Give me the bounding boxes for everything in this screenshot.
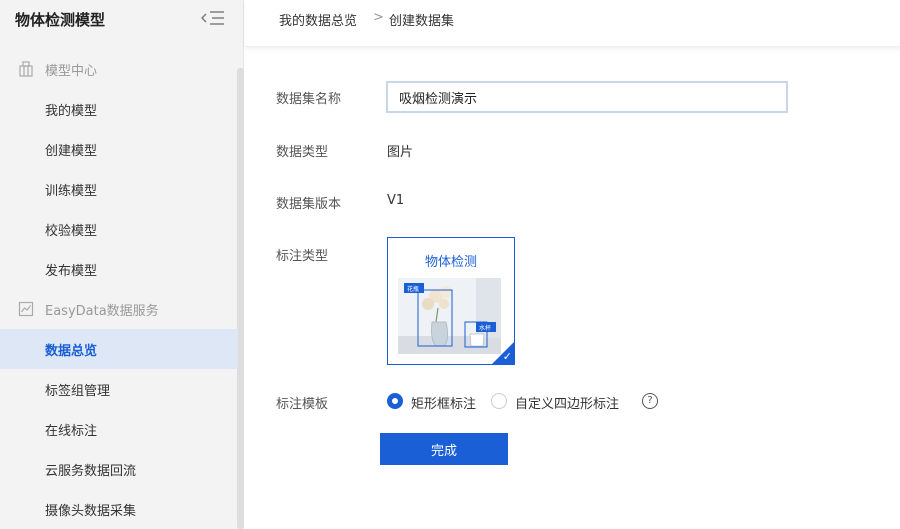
data-type-value: 图片 xyxy=(387,145,414,160)
annotation-template-label: 标注模板 xyxy=(276,397,329,412)
sidebar-item-label: 标签组管理 xyxy=(45,384,111,399)
dataset-version-value: V1 xyxy=(387,193,405,208)
sidebar-item-validate-model[interactable]: 校验模型 xyxy=(0,209,238,249)
sidebar-item-label-groups[interactable]: 标签组管理 xyxy=(0,369,238,409)
sidebar: 物体检测模型 模型中心 我的模型 创建模型 训练模型 校验模型 发布模型 Eas… xyxy=(0,0,244,529)
sidebar-group-label: EasyData数据服务 xyxy=(45,304,159,319)
object-detection-example-image: 花瓶 水杯 xyxy=(398,278,501,354)
sidebar-item-label: 云服务数据回流 xyxy=(45,464,137,479)
sidebar-item-cloud-data-backflow[interactable]: 云服务数据回流 xyxy=(0,449,238,489)
breadcrumb: 我的数据总览 > 创建数据集 xyxy=(245,0,900,47)
radio-label-quadrilateral[interactable]: 自定义四边形标注 xyxy=(515,393,619,412)
annotation-card-title: 物体检测 xyxy=(424,255,477,270)
radio-rectangle-annotation[interactable] xyxy=(387,393,403,409)
radio-label-rectangle[interactable]: 矩形框标注 xyxy=(411,393,476,412)
dataset-name-input[interactable] xyxy=(386,81,788,113)
sidebar-item-create-model[interactable]: 创建模型 xyxy=(0,129,238,169)
annotation-tag-cup: 水杯 xyxy=(479,324,491,332)
dataset-name-label: 数据集名称 xyxy=(276,92,342,107)
sidebar-item-label: 数据总览 xyxy=(45,344,98,359)
help-icon[interactable]: ? xyxy=(642,393,658,409)
check-icon: ✓ xyxy=(502,350,512,363)
collapse-menu-icon[interactable] xyxy=(201,10,225,26)
data-type-label: 数据类型 xyxy=(276,145,329,160)
sidebar-item-camera-collection[interactable]: 摄像头数据采集 xyxy=(0,489,238,529)
sidebar-group-easydata[interactable]: EasyData数据服务 xyxy=(0,289,238,329)
chart-icon xyxy=(18,301,34,317)
breadcrumb-parent-link[interactable]: 我的数据总览 xyxy=(279,10,357,29)
sidebar-item-label: 校验模型 xyxy=(45,224,98,239)
sidebar-item-label: 我的模型 xyxy=(45,104,98,119)
sidebar-item-label: 训练模型 xyxy=(45,184,98,199)
radio-quadrilateral-annotation[interactable] xyxy=(491,393,507,409)
annotation-type-label: 标注类型 xyxy=(276,249,329,264)
sidebar-item-online-annotation[interactable]: 在线标注 xyxy=(0,409,238,449)
model-center-icon xyxy=(19,61,33,77)
breadcrumb-current: 创建数据集 xyxy=(389,14,455,29)
annotation-type-card-object-detection[interactable]: 物体检测 花瓶 水杯 ✓ xyxy=(387,237,515,365)
sidebar-group-model-center[interactable]: 模型中心 xyxy=(0,49,238,89)
sidebar-item-data-overview[interactable]: 数据总览 xyxy=(0,329,238,369)
breadcrumb-separator: > xyxy=(373,10,384,25)
sidebar-item-label: 发布模型 xyxy=(45,264,98,279)
sidebar-header: 物体检测模型 xyxy=(0,0,244,36)
dataset-version-label: 数据集版本 xyxy=(276,197,342,212)
sidebar-item-label: 在线标注 xyxy=(45,424,98,439)
sidebar-scrollbar[interactable] xyxy=(237,68,244,529)
sidebar-item-label: 创建模型 xyxy=(45,144,98,159)
sidebar-item-my-models[interactable]: 我的模型 xyxy=(0,89,238,129)
sidebar-item-label: 摄像头数据采集 xyxy=(45,504,137,519)
app-title: 物体检测模型 xyxy=(15,11,106,29)
sidebar-group-label: 模型中心 xyxy=(45,64,98,79)
sidebar-item-publish-model[interactable]: 发布模型 xyxy=(0,249,238,289)
sidebar-item-train-model[interactable]: 训练模型 xyxy=(0,169,238,209)
done-button[interactable]: 完成 xyxy=(380,433,508,465)
annotation-tag-vase: 花瓶 xyxy=(407,285,419,293)
